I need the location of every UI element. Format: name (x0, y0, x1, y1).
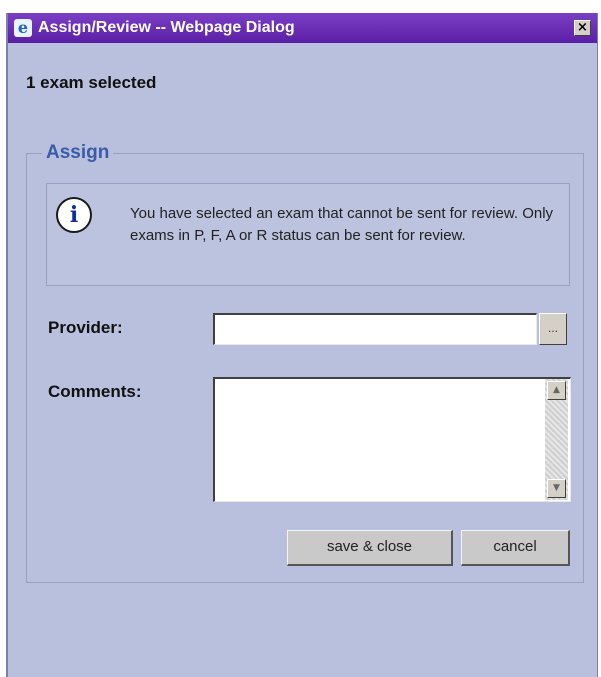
provider-input[interactable] (213, 313, 537, 345)
comments-textarea[interactable] (213, 377, 571, 502)
internet-explorer-icon: e (14, 19, 32, 37)
provider-browse-button[interactable]: ... (539, 313, 567, 345)
scroll-up-button[interactable]: ▲ (547, 381, 566, 400)
info-icon: i (56, 197, 92, 233)
save-close-button[interactable]: save & close (287, 530, 453, 566)
provider-label: Provider: (48, 318, 123, 337)
exam-selected-count: 1 exam selected (26, 73, 157, 92)
assign-legend: Assign (42, 142, 114, 164)
comments-label: Comments: (48, 382, 142, 401)
cancel-button[interactable]: cancel (461, 530, 570, 566)
scroll-down-button[interactable]: ▼ (547, 479, 566, 498)
info-message-text: You have selected an exam that cannot be… (130, 205, 554, 244)
window-title: Assign/Review -- Webpage Dialog (38, 19, 295, 36)
title-bar[interactable]: e Assign/Review -- Webpage Dialog × (8, 13, 597, 43)
close-button[interactable]: × (574, 20, 591, 36)
